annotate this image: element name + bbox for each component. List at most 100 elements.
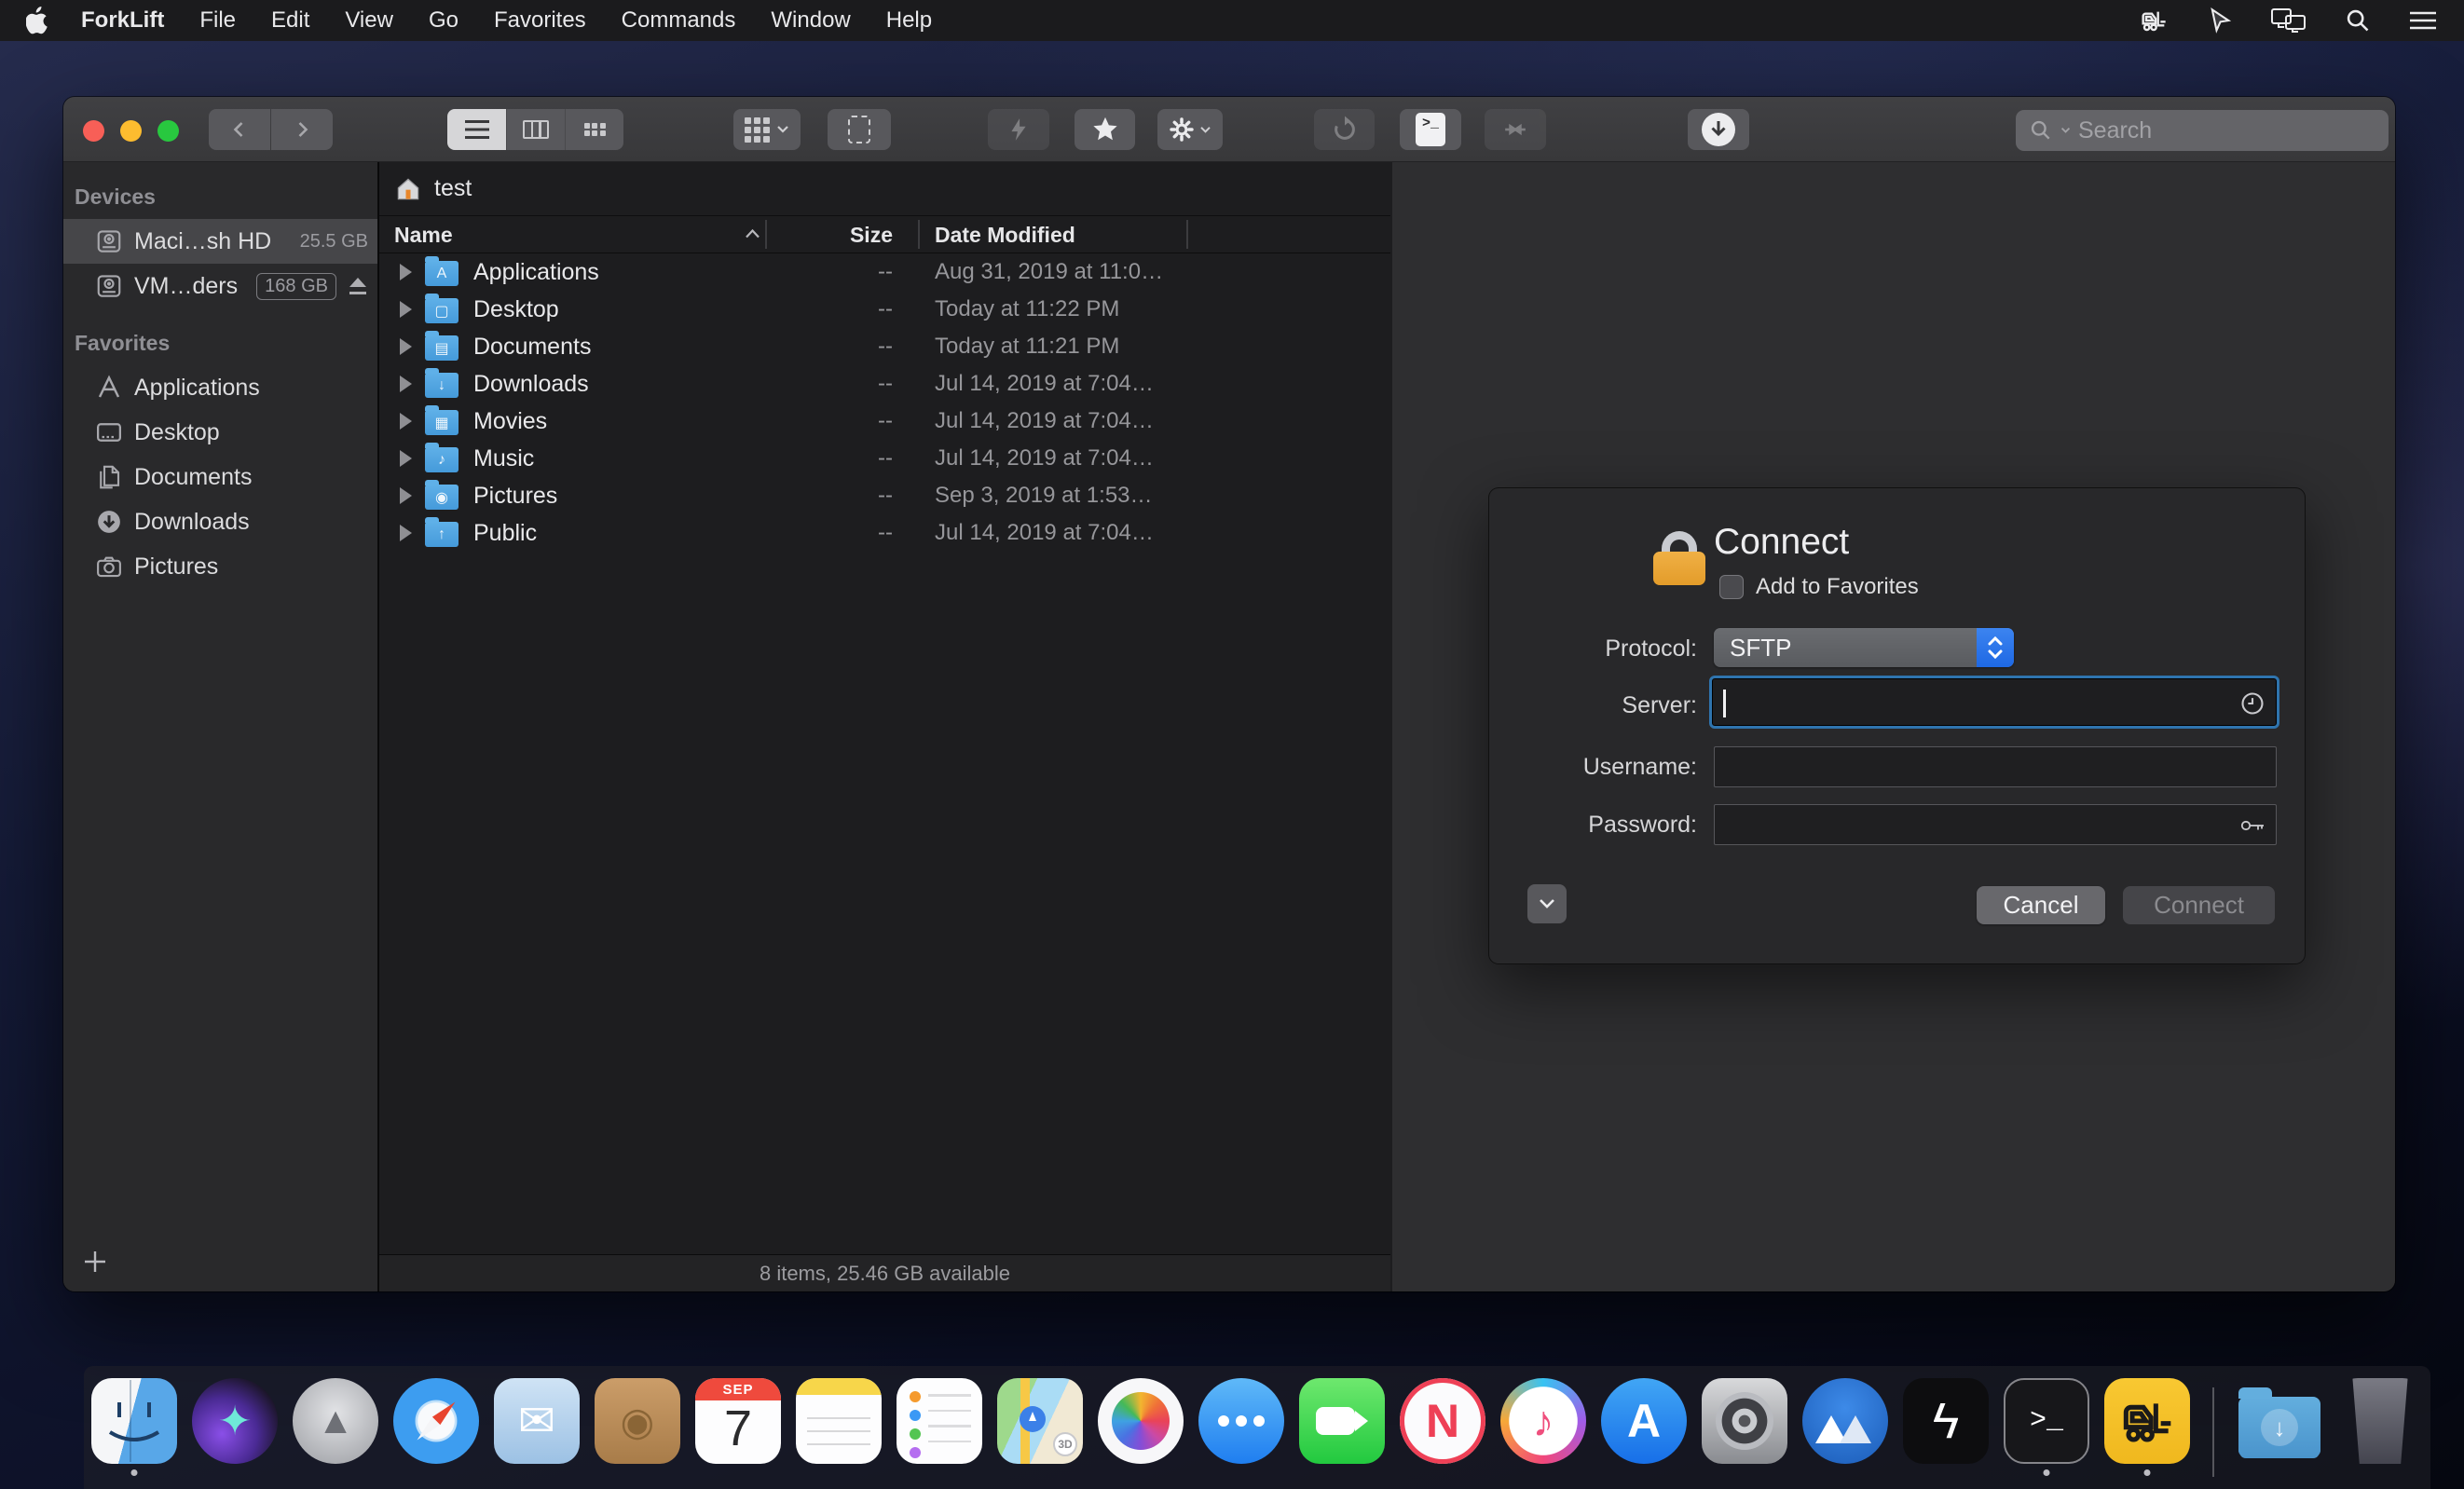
zoom-button[interactable]	[157, 120, 179, 142]
file-row-downloads[interactable]: ↓Downloads--Jul 14, 2019 at 7:04…	[379, 365, 1390, 403]
menu-item-view[interactable]: View	[327, 0, 411, 41]
menu-item-forklift[interactable]: ForkLift	[63, 0, 182, 41]
dock-icon-app-store[interactable]: A	[1597, 1374, 1691, 1468]
add-to-favorites-checkbox[interactable]	[1719, 575, 1744, 599]
back-button[interactable]	[209, 109, 270, 150]
transfers-button[interactable]	[1688, 109, 1749, 150]
dock-icon-contacts[interactable]: ◉	[591, 1374, 684, 1468]
add-favorite-button[interactable]	[78, 1245, 112, 1278]
file-row-public[interactable]: ↑Public--Jul 14, 2019 at 7:04…	[379, 514, 1390, 552]
menu-item-file[interactable]: File	[182, 0, 253, 41]
dock-icon-forklift[interactable]	[2101, 1374, 2194, 1468]
new-file-button[interactable]	[828, 109, 891, 150]
actions-menu-button[interactable]	[1157, 109, 1223, 150]
search-field[interactable]	[2016, 110, 2389, 151]
dock-icon-photos[interactable]	[1094, 1374, 1187, 1468]
menu-item-go[interactable]: Go	[411, 0, 476, 41]
dock-icon-mail[interactable]: ✉	[490, 1374, 583, 1468]
file-row-pictures[interactable]: ◉Pictures--Sep 3, 2019 at 1:53…	[379, 477, 1390, 514]
dock-icon-system-preferences[interactable]	[1698, 1374, 1791, 1468]
terminal-button[interactable]: >_	[1400, 109, 1461, 150]
dock-icon-maps[interactable]: 3D	[993, 1374, 1087, 1468]
key-icon	[2238, 814, 2266, 837]
minimize-button[interactable]	[120, 120, 142, 142]
server-input[interactable]	[1709, 676, 2279, 729]
column-header-name[interactable]: Name	[394, 223, 453, 248]
column-divider[interactable]	[918, 220, 920, 249]
cancel-button[interactable]: Cancel	[1977, 886, 2105, 924]
file-row-documents[interactable]: ▤Documents--Today at 11:21 PM	[379, 328, 1390, 365]
dock-icon-messages[interactable]	[1195, 1374, 1288, 1468]
sidebar-item-documents[interactable]: Documents	[63, 455, 377, 499]
apple-menu[interactable]	[26, 7, 50, 34]
dock-icon-news[interactable]: N	[1396, 1374, 1489, 1468]
arrange-menu-button[interactable]	[733, 109, 801, 150]
eject-icon[interactable]	[348, 278, 368, 294]
search-input[interactable]	[2078, 117, 2358, 144]
path-bar[interactable]: test	[379, 162, 1390, 216]
dock-icon-reminders[interactable]	[893, 1374, 986, 1468]
forward-button[interactable]	[271, 109, 333, 150]
file-row-movies[interactable]: ▦Movies--Jul 14, 2019 at 7:04…	[379, 403, 1390, 440]
dock-icon-calendar[interactable]: SEP7	[691, 1374, 785, 1468]
sync-button[interactable]	[1314, 109, 1375, 150]
favorites-button[interactable]	[1075, 109, 1135, 150]
dock-icon-black-app[interactable]: ϟ	[1899, 1374, 1992, 1468]
menu-item-commands[interactable]: Commands	[604, 0, 754, 41]
disclosure-triangle-icon[interactable]	[400, 301, 412, 318]
file-row-applications[interactable]: AApplications--Aug 31, 2019 at 11:0…	[379, 253, 1390, 291]
sidebar-item-pictures[interactable]: Pictures	[63, 544, 377, 589]
connect-button[interactable]: Connect	[2123, 886, 2275, 924]
list-menu-icon[interactable]	[2408, 8, 2438, 33]
sidebar-item-downloads[interactable]: Downloads	[63, 499, 377, 544]
sidebar-item-desktop[interactable]: Desktop	[63, 410, 377, 455]
dock-icon-downloads-folder[interactable]: ↓	[2233, 1374, 2326, 1468]
file-date: Jul 14, 2019 at 7:04…	[935, 408, 1154, 434]
advanced-disclosure-button[interactable]	[1527, 884, 1567, 923]
sidebar-item-vmders[interactable]: VM…ders168 GB	[63, 264, 377, 308]
disclosure-triangle-icon[interactable]	[400, 338, 412, 355]
dock-icon-notes[interactable]	[792, 1374, 885, 1468]
displays-menu-icon[interactable]	[2270, 7, 2307, 34]
compare-button[interactable]	[1485, 109, 1546, 150]
history-clock-icon[interactable]	[2239, 690, 2266, 717]
protocol-popup[interactable]: SFTP	[1714, 628, 2014, 667]
close-button[interactable]	[83, 120, 104, 142]
quick-action-button[interactable]	[988, 109, 1049, 150]
column-header-size[interactable]: Size	[765, 223, 893, 248]
column-divider[interactable]	[1186, 220, 1188, 249]
sidebar-item-applications[interactable]: Applications	[63, 365, 377, 410]
sidebar-item-macishhd[interactable]: Maci…sh HD25.5 GB	[63, 219, 377, 264]
forklift-menu-icon[interactable]	[2138, 6, 2170, 35]
dock-icon-safari[interactable]	[390, 1374, 483, 1468]
disclosure-triangle-icon[interactable]	[400, 264, 412, 280]
dock-icon-terminal[interactable]: >_	[2000, 1374, 2093, 1468]
dock-icon-itunes[interactable]: ♪	[1497, 1374, 1590, 1468]
dock-icon-finder[interactable]	[88, 1374, 181, 1468]
menu-item-help[interactable]: Help	[869, 0, 950, 41]
pointer-menu-icon[interactable]	[2207, 7, 2233, 34]
dock-icon-launchpad[interactable]: ▲	[289, 1374, 382, 1468]
disclosure-triangle-icon[interactable]	[400, 487, 412, 504]
sidebar-section-favorites: Favorites	[63, 308, 377, 365]
dock-icon-app-cleaner[interactable]	[1799, 1374, 1892, 1468]
column-view-button[interactable]	[506, 109, 565, 150]
username-input[interactable]	[1714, 746, 2277, 787]
disclosure-triangle-icon[interactable]	[400, 450, 412, 467]
disclosure-triangle-icon[interactable]	[400, 525, 412, 541]
dock-icon-facetime[interactable]	[1295, 1374, 1389, 1468]
list-view-button[interactable]	[447, 109, 506, 150]
column-header-date[interactable]: Date Modified	[935, 223, 1075, 248]
icon-view-button[interactable]	[565, 109, 623, 150]
file-row-music[interactable]: ♪Music--Jul 14, 2019 at 7:04…	[379, 440, 1390, 477]
disclosure-triangle-icon[interactable]	[400, 376, 412, 392]
dock-icon-siri[interactable]: ✦	[188, 1374, 281, 1468]
menu-item-window[interactable]: Window	[753, 0, 868, 41]
dock-icon-trash[interactable]	[2334, 1374, 2427, 1468]
search-menu-icon[interactable]	[2345, 7, 2371, 34]
disclosure-triangle-icon[interactable]	[400, 413, 412, 430]
menu-item-edit[interactable]: Edit	[253, 0, 327, 41]
menu-item-favorites[interactable]: Favorites	[476, 0, 604, 41]
password-input[interactable]	[1714, 804, 2277, 845]
file-row-desktop[interactable]: ▢Desktop--Today at 11:22 PM	[379, 291, 1390, 328]
